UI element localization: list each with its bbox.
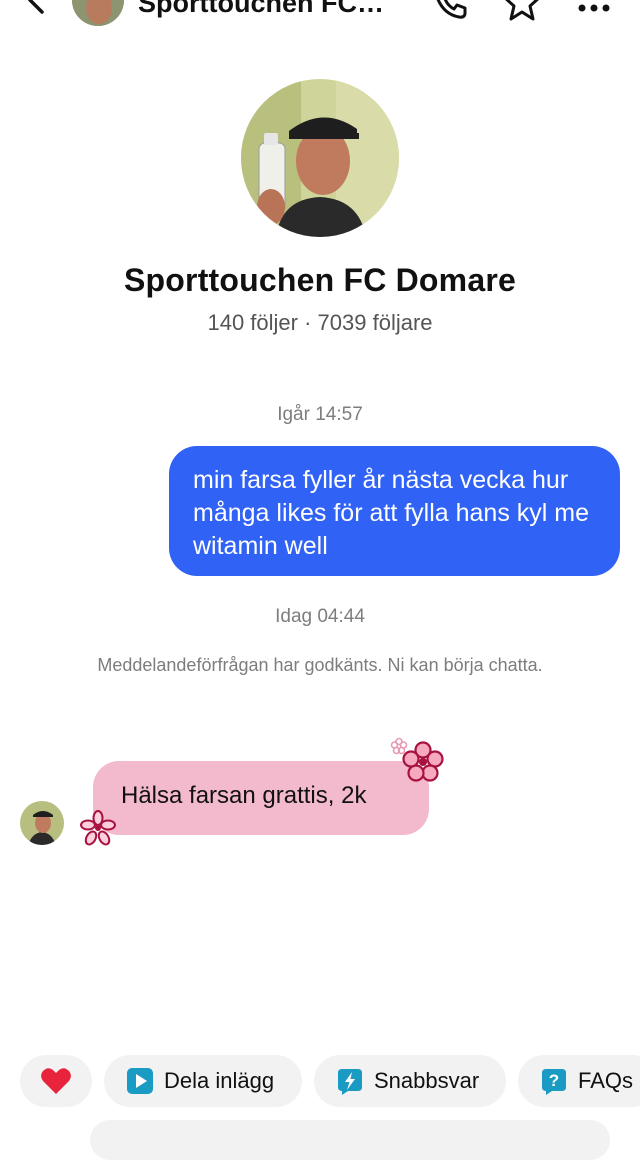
message-composer[interactable]: [90, 1120, 610, 1160]
phone-icon[interactable]: [430, 0, 470, 22]
like-heart-button[interactable]: [20, 1055, 92, 1107]
share-post-chip[interactable]: Dela inlägg: [104, 1055, 302, 1107]
profile-stats: 140 följer · 7039 följare: [207, 310, 433, 335]
header-title[interactable]: Sporttouchen FC…: [138, 0, 384, 19]
header-avatar[interactable]: [72, 0, 124, 26]
share-post-label: Dela inlägg: [164, 1068, 275, 1093]
profile-avatar[interactable]: [241, 79, 399, 237]
star-icon[interactable]: [500, 0, 544, 24]
flower-icon: [80, 810, 116, 846]
quick-reply-chip[interactable]: Snabbsvar: [314, 1055, 506, 1107]
lightning-icon: [338, 1069, 362, 1095]
back-arrow-icon[interactable]: [18, 0, 54, 18]
message-timestamp: Idag 04:44: [275, 606, 365, 627]
faqs-label: FAQs: [578, 1068, 634, 1093]
flower-icon: [402, 741, 444, 782]
quick-reply-label: Snabbsvar: [374, 1068, 480, 1093]
play-icon: [127, 1068, 153, 1094]
incoming-message-bubble[interactable]: Hälsa farsan grattis, 2k: [93, 761, 429, 835]
chat-header: Sporttouchen FC…: [0, 0, 640, 26]
message-timestamp: Igår 14:57: [277, 404, 363, 425]
faqs-chip[interactable]: ? FAQs: [518, 1055, 640, 1107]
small-flower-icon: [390, 737, 408, 755]
more-options-icon[interactable]: [574, 0, 614, 22]
request-accepted-notice: Meddelandeförfrågan har godkänts. Ni kan…: [97, 655, 543, 675]
heart-icon: [41, 1068, 71, 1094]
svg-text:?: ?: [549, 1071, 559, 1090]
profile-name: Sporttouchen FC Domare: [124, 262, 516, 298]
outgoing-message-bubble[interactable]: min farsa fyller år nästa vecka hur mång…: [169, 446, 620, 576]
question-icon: ?: [542, 1069, 566, 1095]
sender-avatar[interactable]: [20, 801, 64, 845]
